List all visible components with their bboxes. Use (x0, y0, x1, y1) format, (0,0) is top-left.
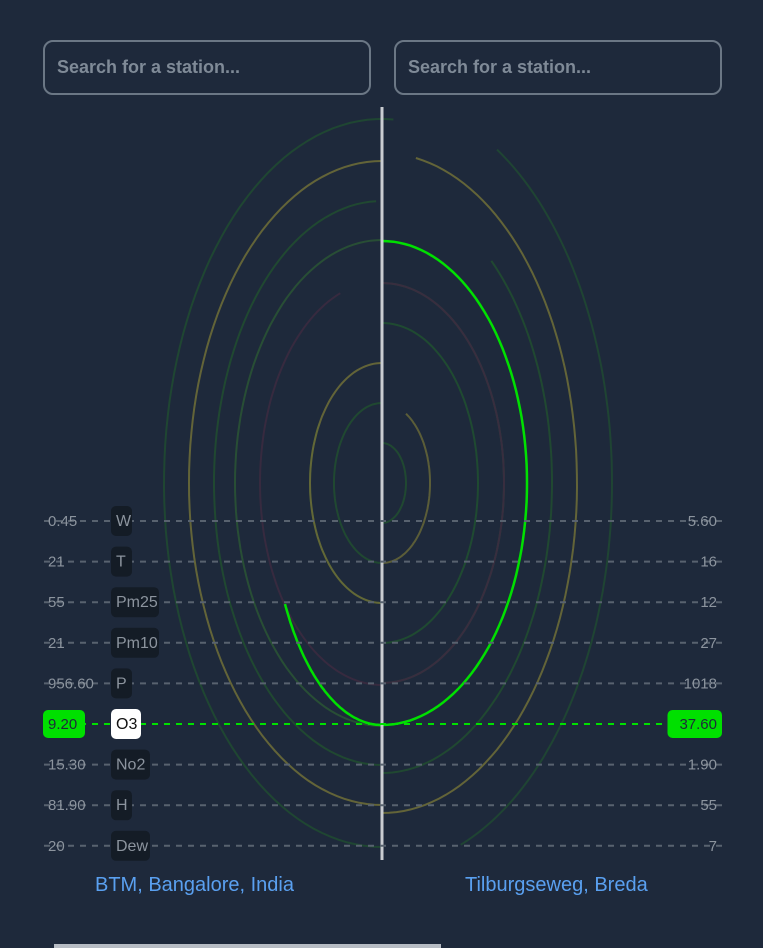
metric-right-value: 1018 (684, 675, 717, 692)
metric-label: H (116, 797, 128, 814)
metric-right-value: 16 (700, 554, 717, 571)
spiral-arc-h-left (308, 362, 383, 604)
spiral-arc-pm10-left (233, 239, 383, 727)
horizontal-scrollbar[interactable] (54, 944, 441, 948)
left-station-name[interactable]: BTM, Bangalore, India (95, 874, 294, 897)
spiral-arc-o3-right (381, 239, 529, 727)
metric-label: Dew (116, 838, 148, 855)
metric-left-value: 15.30 (48, 757, 86, 774)
right-station-name[interactable]: Tilburgseweg, Breda (465, 874, 648, 897)
metric-label: No2 (116, 757, 145, 774)
metric-left-value: 0.45 (48, 513, 77, 530)
spiral-arc-p-right (381, 282, 506, 684)
metric-left-value: 21 (48, 554, 65, 571)
metric-label: P (116, 675, 127, 692)
spiral-arc-pm10-right (381, 282, 506, 684)
metric-label: O3 (116, 716, 137, 733)
spiral-arc-dew-left (333, 402, 383, 564)
metric-right-value: 55 (700, 797, 717, 814)
spiral-arc-w-right (460, 148, 614, 846)
metric-right-value: 5.60 (688, 513, 717, 530)
metric-label: T (116, 554, 126, 571)
metric-left-value: 21 (48, 635, 65, 652)
spiral-arc-p-left (258, 292, 383, 686)
spiral-arc-no2-left (309, 422, 382, 604)
metric-right-value: 7 (709, 838, 717, 855)
metric-left-value: 20 (48, 838, 65, 855)
spiral-arc-dew-right (382, 442, 407, 524)
spiral-arc-t-right (381, 157, 579, 814)
spiral-arc-t-left (187, 160, 383, 806)
metric-right-value: 12 (700, 594, 717, 611)
metric-right-value: 37.60 (679, 716, 717, 733)
metric-label: W (116, 513, 132, 530)
metric-left-value: 956.60 (48, 675, 94, 692)
metric-label: Pm25 (116, 594, 158, 611)
spiral-arcs (162, 117, 614, 848)
metric-right-value: 27 (700, 635, 717, 652)
spiral-arc-w-left (162, 117, 394, 848)
spiral-arc-o3-left (283, 603, 382, 727)
comparison-spiral-chart: 0.45 W 5.60 21 T 16 55 Pm25 12 21 Pm10 27 956.60 P 101… (43, 107, 722, 861)
metric-left-value: 81.90 (48, 797, 86, 814)
metric-right-value: 1.90 (688, 757, 717, 774)
metric-left-value: 9.20 (48, 716, 77, 733)
metric-label: Pm10 (116, 635, 158, 652)
metric-left-value: 55 (48, 594, 65, 611)
